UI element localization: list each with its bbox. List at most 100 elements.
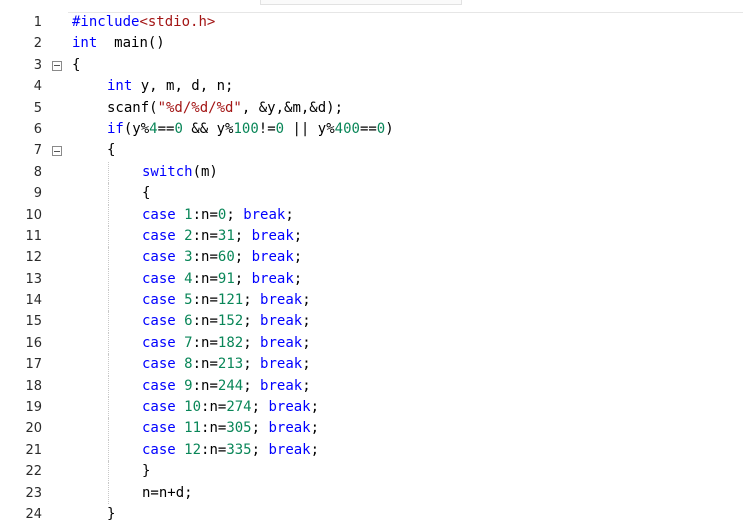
code-token: :n=	[201, 441, 227, 458]
code-token: y, m, d, n;	[132, 78, 234, 95]
code-line[interactable]: 3{	[0, 55, 743, 76]
indent-guide	[108, 461, 109, 483]
code-token: ;	[251, 420, 269, 437]
code-line[interactable]: 13 case 4:n=91; break;	[0, 268, 743, 291]
number-token: 335	[226, 441, 252, 458]
code-token: ;	[243, 313, 261, 330]
fold-collapse-icon[interactable]	[52, 146, 62, 157]
code-line[interactable]: 11 case 2:n=31; break;	[0, 225, 743, 248]
code-line[interactable]: 1 #include<stdio.h>	[0, 12, 743, 33]
string-token: "%d/%d/%d"	[157, 99, 242, 116]
code-token: }	[107, 505, 116, 522]
code-line[interactable]: 16 case 7:n=182; break;	[0, 332, 743, 355]
code-line[interactable]: 14 case 5:n=121; break;	[0, 290, 743, 312]
indent-guide	[108, 225, 109, 248]
number-token: 100	[233, 120, 259, 137]
code-text: int y, m, d, n;	[107, 76, 233, 97]
code-line[interactable]: 12 case 3:n=60; break;	[0, 247, 743, 269]
code-token: {	[107, 142, 116, 159]
indent-guide	[108, 290, 109, 312]
code-editor[interactable]: 1 #include<stdio.h> 2 int main() 3{4 int y, m…	[0, 12, 743, 525]
code-line[interactable]: 4 int y, m, d, n;	[0, 76, 743, 97]
code-token: (m)	[192, 163, 218, 180]
indent-guide	[108, 247, 109, 269]
code-token: ;	[310, 441, 320, 458]
line-number: 12	[25, 250, 42, 266]
keyword-token: break	[268, 441, 311, 458]
code-line[interactable]: 15 case 6:n=152; break;	[0, 311, 743, 333]
code-text: int main()	[72, 33, 165, 54]
code-token: :n=	[192, 270, 218, 287]
keyword-token: break	[260, 356, 303, 373]
keyword-token: break	[268, 399, 311, 416]
code-line[interactable]: 8 switch(m)	[0, 161, 743, 184]
code-text: case 9:n=244; break;	[142, 376, 311, 397]
line-number: 22	[25, 464, 42, 480]
editor-tab[interactable]	[260, 0, 462, 5]
line-number: 2	[33, 36, 42, 52]
indent-guide	[108, 375, 109, 398]
line-number: 3	[33, 57, 42, 73]
code-token: :n=	[192, 334, 218, 351]
code-token: ;	[243, 334, 261, 351]
indent-guide	[108, 439, 109, 462]
code-line[interactable]: 9{	[0, 183, 743, 205]
code-text: case 12:n=335; break;	[142, 440, 319, 461]
line-number: 7	[33, 143, 42, 159]
code-token: n=n+d;	[142, 484, 193, 501]
code-text: case 6:n=152; break;	[142, 311, 311, 332]
code-token: ;	[302, 313, 311, 330]
keyword-token: case	[142, 270, 176, 287]
keyword-token: case	[142, 249, 176, 266]
code-token: }	[142, 463, 151, 480]
code-line[interactable]: 19 case 10:n=274; break;	[0, 397, 743, 419]
code-text: case 5:n=121; break;	[142, 290, 311, 311]
keyword-token: break	[260, 313, 303, 330]
code-line[interactable]: 20 case 11:n=305; break;	[0, 418, 743, 440]
code-line[interactable]: 2 int main()	[0, 33, 743, 54]
line-number: 13	[25, 271, 42, 287]
indent-guide	[108, 183, 109, 205]
number-token: 91	[217, 270, 235, 287]
keyword-token: break	[243, 206, 286, 223]
indent-guide	[108, 397, 109, 419]
code-line[interactable]: 21 case 12:n=335; break;	[0, 439, 743, 462]
keyword-token: int	[107, 78, 133, 95]
code-line[interactable]: 6 if(y%4==0 && y%100!=0 || y%400==0)	[0, 119, 743, 140]
fold-collapse-icon[interactable]	[52, 60, 62, 71]
line-number: 18	[25, 378, 42, 394]
number-token: 12	[184, 441, 202, 458]
number-token: 244	[217, 377, 244, 394]
keyword-token: if	[107, 120, 124, 137]
number-token: 60	[217, 249, 235, 266]
code-line[interactable]: 7{	[0, 140, 743, 161]
code-line[interactable]: 24}	[0, 504, 743, 525]
line-number: 20	[25, 421, 42, 437]
string-token: <stdio.h>	[139, 14, 216, 30]
keyword-token: case	[142, 334, 176, 351]
code-line[interactable]: 5 scanf("%d/%d/%d", &y,&m,&d);	[0, 98, 743, 119]
code-line[interactable]: 23 n=n+d;	[0, 482, 743, 504]
number-token: 305	[226, 420, 252, 437]
code-line[interactable]: 17 case 8:n=213; break;	[0, 354, 743, 376]
number-token: 2	[184, 227, 193, 244]
keyword-token: case	[142, 292, 176, 309]
code-line[interactable]: 22}	[0, 461, 743, 483]
code-token: ;	[293, 249, 303, 266]
code-token: :n=	[192, 356, 218, 373]
code-line[interactable]: 10 case 1:n=0; break;	[0, 204, 743, 226]
number-token: 9	[184, 377, 193, 394]
code-token: || y%	[284, 120, 335, 137]
code-text: #include<stdio.h>	[72, 12, 215, 33]
code-token: :n=	[192, 206, 218, 223]
code-text: case 8:n=213; break;	[142, 354, 311, 375]
code-token: ;	[234, 227, 252, 244]
code-line[interactable]: 18 case 9:n=244; break;	[0, 375, 743, 398]
keyword-token: case	[142, 420, 176, 437]
number-token: 31	[217, 227, 235, 244]
